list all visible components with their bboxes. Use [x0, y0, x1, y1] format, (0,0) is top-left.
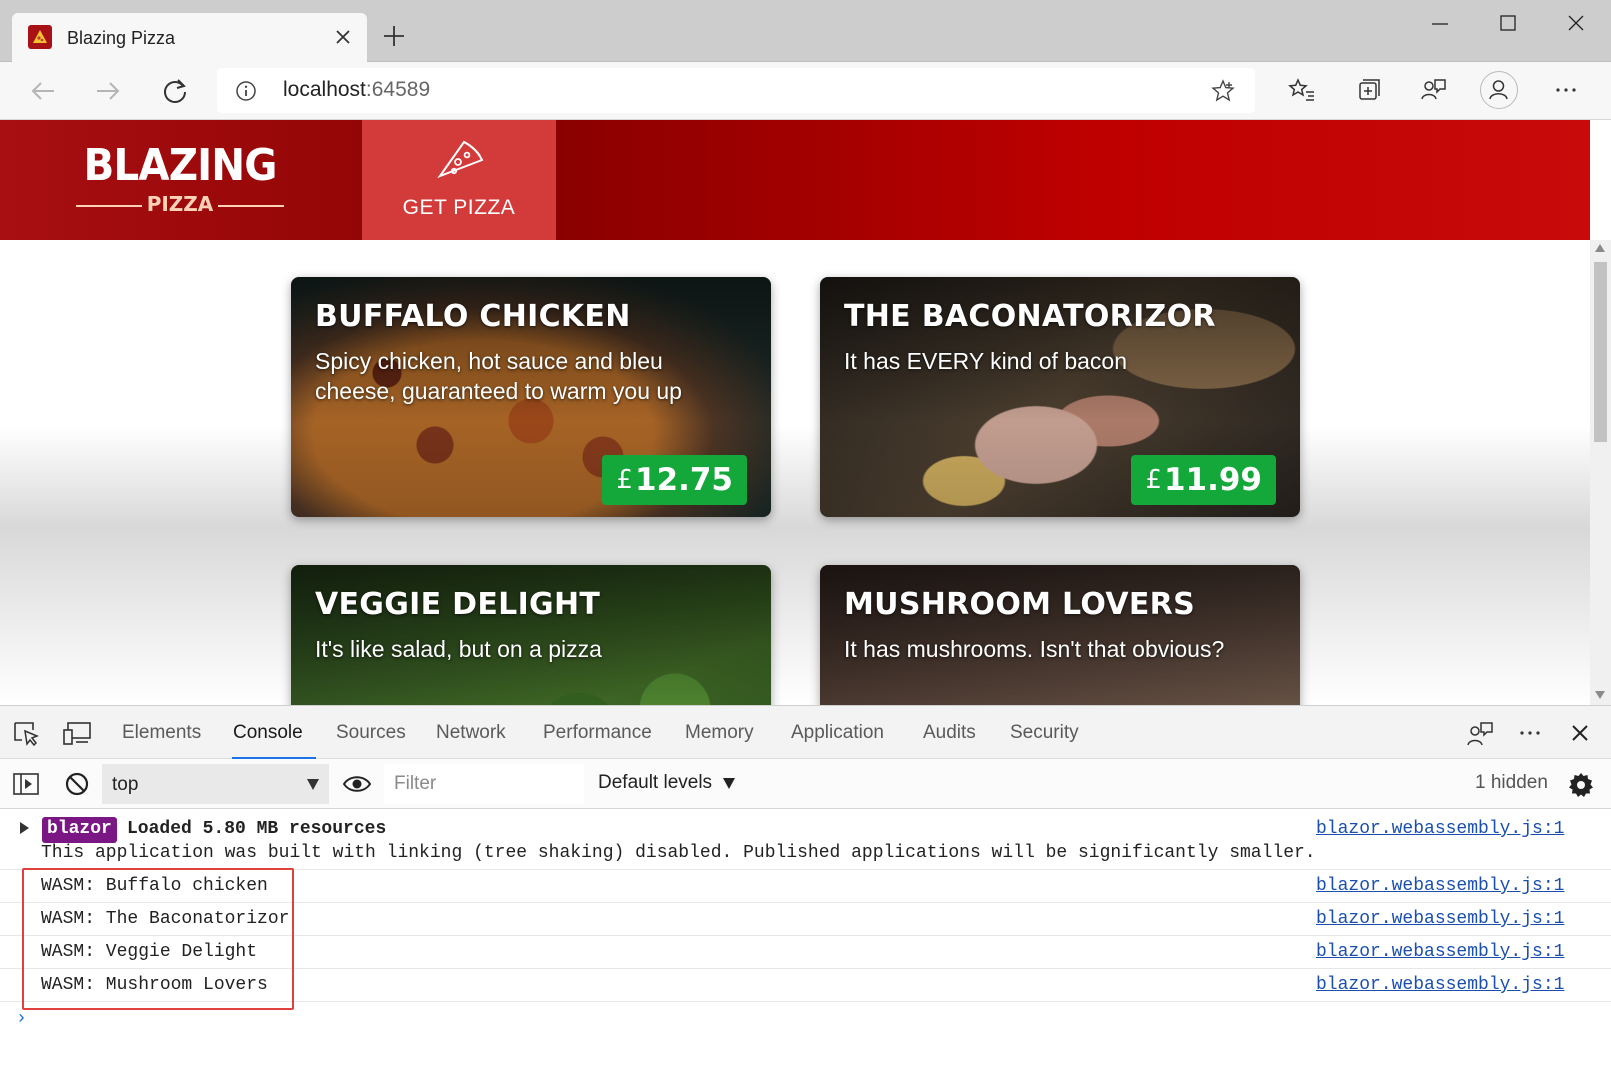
console-message: Loaded 5.80 MB resources [127, 819, 387, 839]
console-prompt[interactable]: › [16, 1009, 27, 1029]
pizza-favicon-icon [28, 25, 52, 49]
close-devtools-icon[interactable] [1566, 720, 1594, 746]
nav-get-pizza[interactable]: GET PIZZA [362, 120, 556, 240]
pizza-card[interactable]: MUSHROOM LOVERS It has mushrooms. Isn't … [820, 565, 1300, 705]
more-options-icon[interactable] [1516, 720, 1544, 746]
logo-main-text: BLAZING [83, 140, 277, 191]
tab-memory[interactable]: Memory [685, 722, 754, 744]
pizza-description: It has mushrooms. Isn't that obvious? [844, 636, 1225, 662]
page-scrollbar[interactable] [1590, 240, 1611, 705]
tab-security[interactable]: Security [1010, 722, 1079, 744]
favorites-icon[interactable] [1284, 72, 1320, 108]
console-message: This application was built with linking … [41, 843, 1316, 863]
price-value: 12.75 [634, 462, 733, 498]
tab-audits[interactable]: Audits [923, 722, 976, 744]
source-link[interactable]: blazor.webassembly.js:1 [1316, 942, 1564, 962]
nav-get-pizza-label: GET PIZZA [402, 196, 516, 219]
minimize-icon[interactable] [1420, 8, 1460, 40]
blazor-badge: blazor [42, 817, 117, 843]
new-tab-icon[interactable] [380, 22, 408, 50]
scroll-thumb[interactable] [1594, 262, 1607, 442]
settings-more-icon[interactable] [1548, 72, 1584, 108]
tab-console[interactable]: Console [233, 722, 303, 744]
tab-performance[interactable]: Performance [543, 722, 652, 744]
highlight-annotation-box [22, 868, 294, 1010]
pizza-slice-icon [434, 136, 486, 184]
pizza-card[interactable]: BUFFALO CHICKEN Spicy chicken, hot sauce… [291, 277, 771, 517]
url-port: :64589 [365, 78, 431, 101]
tab-elements[interactable]: Elements [122, 722, 201, 744]
browser-tab[interactable]: Blazing Pizza [12, 13, 367, 63]
source-link[interactable]: blazor.webassembly.js:1 [1316, 909, 1564, 929]
currency-symbol: £ [1145, 465, 1162, 495]
pizza-description: It has EVERY kind of bacon [844, 348, 1127, 374]
pizza-name: BUFFALO CHICKEN [315, 299, 631, 334]
devtools-tabbar: Elements Console Sources Network Perform… [0, 705, 1611, 760]
forward-arrow-icon[interactable] [91, 74, 125, 108]
tab-close-icon[interactable] [331, 25, 355, 49]
currency-symbol: £ [616, 465, 633, 495]
profile-avatar-icon[interactable] [1480, 71, 1518, 109]
window-close-icon[interactable] [1556, 8, 1596, 40]
context-select[interactable]: top [102, 764, 329, 804]
tab-application[interactable]: Application [791, 722, 884, 744]
pizza-card[interactable]: VEGGIE DELIGHT It's like salad, but on a… [291, 565, 771, 705]
tab-sources[interactable]: Sources [336, 722, 406, 744]
source-link[interactable]: blazor.webassembly.js:1 [1316, 975, 1564, 995]
feedback-icon[interactable] [1415, 72, 1451, 108]
maximize-icon[interactable] [1488, 8, 1528, 40]
expand-triangle-icon[interactable] [20, 822, 29, 834]
source-link[interactable]: blazor.webassembly.js:1 [1316, 819, 1564, 839]
show-sidebar-icon[interactable] [12, 771, 40, 797]
blazing-pizza-logo[interactable]: BLAZING PIZZA [70, 140, 290, 220]
inspect-element-icon[interactable] [12, 720, 40, 747]
live-expression-eye-icon[interactable] [342, 771, 372, 797]
console-settings-gear-icon[interactable] [1567, 771, 1595, 797]
site-info-icon[interactable] [235, 80, 257, 102]
back-arrow-icon[interactable] [26, 74, 60, 108]
console-toolbar: top Default levels 1 hidden [0, 759, 1611, 809]
device-toolbar-icon[interactable] [62, 720, 91, 746]
page-content: BUFFALO CHICKEN Spicy chicken, hot sauce… [0, 240, 1590, 705]
url-bar[interactable]: localhost:64589 [217, 68, 1255, 113]
url-host: localhost [283, 78, 366, 101]
pizza-name: THE BACONATORIZOR [844, 299, 1216, 334]
console-filter-input[interactable] [384, 764, 584, 804]
chevron-down-icon [307, 779, 319, 790]
pizza-price-badge: £11.99 [1131, 455, 1276, 505]
pizza-name: MUSHROOM LOVERS [844, 587, 1195, 622]
source-link[interactable]: blazor.webassembly.js:1 [1316, 876, 1564, 896]
collections-icon[interactable] [1350, 72, 1386, 108]
clear-console-icon[interactable] [64, 771, 92, 797]
pizza-description: Spicy chicken, hot sauce and bleu cheese… [315, 348, 682, 404]
scroll-up-icon[interactable] [1595, 244, 1605, 252]
pizza-price-badge: £12.75 [602, 455, 747, 505]
price-value: 11.99 [1163, 462, 1262, 498]
pizza-card[interactable]: THE BACONATORIZOR It has EVERY kind of b… [820, 277, 1300, 517]
pizza-name: VEGGIE DELIGHT [315, 587, 601, 622]
context-select-value: top [112, 774, 139, 795]
log-levels-dropdown[interactable]: Default levels [598, 772, 712, 794]
logo-sub-text: PIZZA [146, 192, 214, 216]
hidden-messages-count: 1 hidden [1475, 772, 1548, 793]
scroll-down-icon[interactable] [1595, 691, 1605, 699]
tab-title: Blazing Pizza [67, 28, 176, 48]
feedback-icon[interactable] [1464, 720, 1496, 746]
console-message-group[interactable]: blazor Loaded 5.80 MB resources blazor.w… [0, 809, 1611, 868]
logo-divider [218, 205, 284, 207]
tab-network[interactable]: Network [436, 722, 506, 744]
add-favorite-star-icon[interactable] [1211, 79, 1235, 103]
chevron-down-icon [723, 778, 735, 789]
pizza-description: It's like salad, but on a pizza [315, 636, 602, 662]
url-text: localhost:64589 [283, 78, 430, 102]
refresh-icon[interactable] [158, 74, 192, 108]
